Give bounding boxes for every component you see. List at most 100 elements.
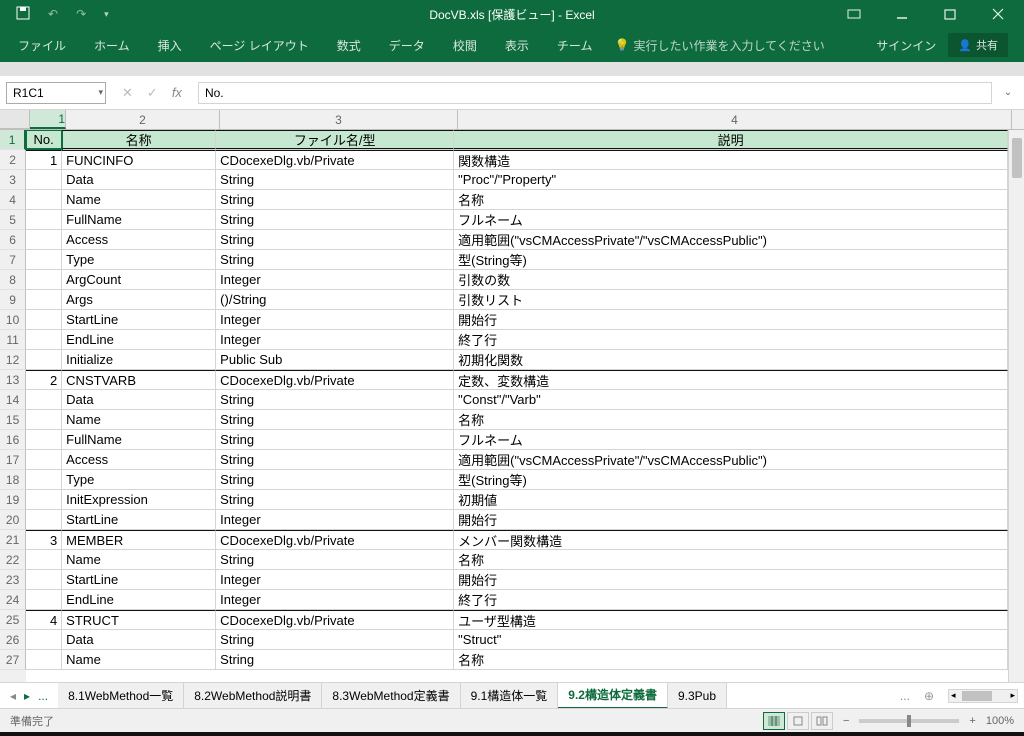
cell[interactable]: EndLine [62, 330, 216, 349]
cell[interactable]: Name [62, 550, 216, 569]
undo-icon[interactable]: ↶ [48, 7, 58, 21]
qat-dropdown-icon[interactable]: ▾ [104, 9, 109, 20]
cell[interactable]: 型(String等) [454, 250, 1008, 269]
cell[interactable]: CDocexeDlg.vb/Private [216, 610, 454, 629]
row-header[interactable]: 26 [0, 630, 26, 650]
row-header[interactable]: 24 [0, 590, 26, 610]
cell[interactable]: MEMBER [62, 530, 216, 549]
cell[interactable] [26, 190, 62, 209]
row-header[interactable]: 14 [0, 390, 26, 410]
signin-link[interactable]: サインイン [876, 37, 936, 54]
ribbon-tab-3[interactable]: ページ レイアウト [196, 28, 323, 62]
cell[interactable]: Data [62, 630, 216, 649]
cell[interactable]: Public Sub [216, 350, 454, 369]
cell[interactable]: Integer [216, 570, 454, 589]
cell[interactable]: String [216, 630, 454, 649]
cell[interactable]: Integer [216, 310, 454, 329]
cell[interactable]: 3 [26, 530, 62, 549]
cells[interactable]: No.名称ファイル名/型説明1FUNCINFOCDocexeDlg.vb/Pri… [26, 130, 1008, 682]
sheet-tab[interactable]: 9.2構造体定義書 [558, 683, 668, 709]
cell[interactable]: EndLine [62, 590, 216, 609]
scroll-left-icon[interactable]: ◂ [949, 690, 958, 701]
zoom-slider[interactable] [859, 719, 959, 723]
cell[interactable] [26, 590, 62, 609]
row-header[interactable]: 8 [0, 270, 26, 290]
row-header[interactable]: 11 [0, 330, 26, 350]
cell[interactable]: String [216, 190, 454, 209]
cell[interactable]: 定数、変数構造 [454, 370, 1008, 389]
cell[interactable]: Integer [216, 590, 454, 609]
cell[interactable] [26, 350, 62, 369]
name-box[interactable]: R1C1 ▾ [6, 82, 106, 104]
sheet-ellipsis[interactable]: ... [38, 689, 48, 703]
chevron-down-icon[interactable]: ▾ [98, 87, 103, 98]
row-header[interactable]: 17 [0, 450, 26, 470]
row-header[interactable]: 10 [0, 310, 26, 330]
cell[interactable]: 初期化関数 [454, 350, 1008, 369]
row-header[interactable]: 25 [0, 610, 26, 630]
sheet-tab[interactable]: 8.3WebMethod定義書 [322, 683, 460, 709]
cell[interactable] [26, 310, 62, 329]
cell[interactable]: 引数の数 [454, 270, 1008, 289]
cell[interactable]: StartLine [62, 510, 216, 529]
sheet-truncated[interactable]: ... [894, 689, 916, 703]
cell[interactable]: ユーザ型構造 [454, 610, 1008, 629]
cell[interactable]: Name [62, 650, 216, 669]
cell[interactable]: FullName [62, 210, 216, 229]
save-icon[interactable] [16, 6, 30, 23]
cell[interactable]: Name [62, 190, 216, 209]
cell[interactable]: Data [62, 390, 216, 409]
new-sheet-button[interactable]: ⊕ [916, 689, 942, 703]
cell[interactable]: CDocexeDlg.vb/Private [216, 150, 454, 169]
cell[interactable] [26, 630, 62, 649]
cell[interactable]: "Const"/"Varb" [454, 390, 1008, 409]
cell[interactable] [26, 510, 62, 529]
cell[interactable]: String [216, 650, 454, 669]
row-header[interactable]: 4 [0, 190, 26, 210]
row-header[interactable]: 9 [0, 290, 26, 310]
cell[interactable]: 名称 [454, 190, 1008, 209]
cell[interactable]: 関数構造 [454, 150, 1008, 169]
row-header[interactable]: 12 [0, 350, 26, 370]
cell[interactable]: String [216, 210, 454, 229]
table-header-cell[interactable]: No. [26, 130, 62, 149]
cell[interactable] [26, 650, 62, 669]
cell[interactable]: 1 [26, 150, 62, 169]
minimize-button[interactable] [880, 0, 924, 28]
cell[interactable]: String [216, 450, 454, 469]
table-header-cell[interactable]: 名称 [62, 130, 216, 149]
cell[interactable]: String [216, 230, 454, 249]
cell[interactable] [26, 330, 62, 349]
cancel-icon[interactable]: ✕ [122, 85, 133, 101]
cell[interactable] [26, 450, 62, 469]
select-all-corner[interactable] [0, 110, 30, 129]
col-header-4[interactable]: 4 [458, 110, 1012, 129]
cell[interactable]: Integer [216, 330, 454, 349]
sheet-tab[interactable]: 9.1構造体一覧 [461, 683, 559, 709]
sheet-tab[interactable]: 8.1WebMethod一覧 [58, 683, 184, 709]
row-header[interactable]: 20 [0, 510, 26, 530]
sheet-nav-next-icon[interactable]: ▸ [24, 689, 30, 703]
cell[interactable]: String [216, 490, 454, 509]
cell[interactable]: String [216, 170, 454, 189]
row-header[interactable]: 23 [0, 570, 26, 590]
cell[interactable]: CNSTVARB [62, 370, 216, 389]
scroll-right-icon[interactable]: ▸ [1008, 690, 1017, 701]
share-button[interactable]: 👤 共有 [948, 33, 1008, 57]
cell[interactable]: 適用範囲("vsCMAccessPrivate"/"vsCMAccessPubl… [454, 450, 1008, 469]
cell[interactable]: 開始行 [454, 510, 1008, 529]
cell[interactable]: 名称 [454, 550, 1008, 569]
cell[interactable]: FullName [62, 430, 216, 449]
cell[interactable]: "Struct" [454, 630, 1008, 649]
cell[interactable]: String [216, 430, 454, 449]
cell[interactable]: InitExpression [62, 490, 216, 509]
cell[interactable] [26, 270, 62, 289]
cell[interactable]: String [216, 250, 454, 269]
zoom-out-button[interactable]: − [843, 715, 849, 727]
cell[interactable] [26, 410, 62, 429]
redo-icon[interactable]: ↷ [76, 7, 86, 21]
row-header[interactable]: 6 [0, 230, 26, 250]
cell[interactable]: 名称 [454, 650, 1008, 669]
row-header[interactable]: 13 [0, 370, 26, 390]
cell[interactable] [26, 230, 62, 249]
